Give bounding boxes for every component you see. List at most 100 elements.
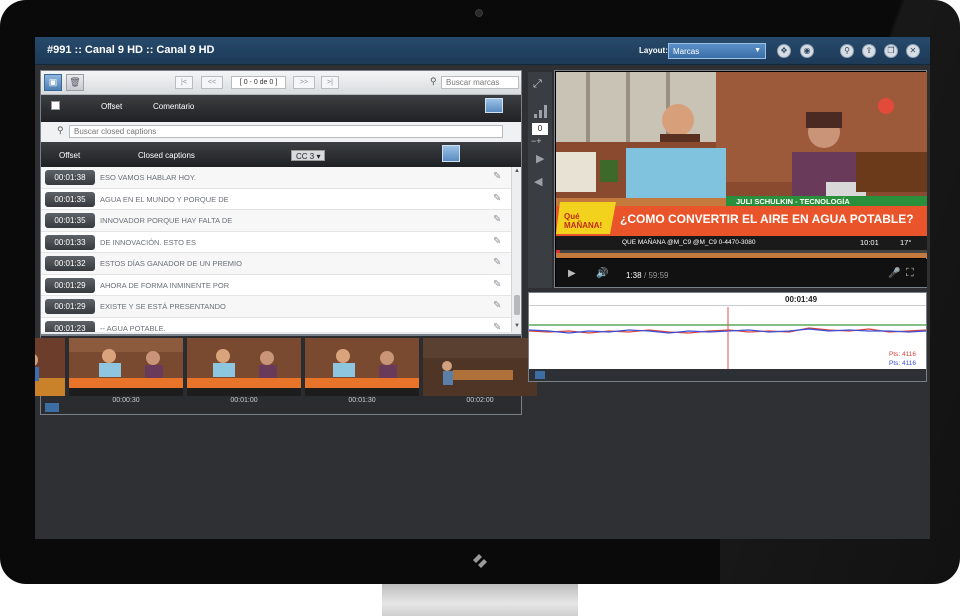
play-icon[interactable]: ▶ xyxy=(568,268,576,279)
list-item[interactable]: 00:01:29 AHORA DE FORMA INMINENTE POR ✎ xyxy=(41,275,511,296)
thumbnail-scroll-handle[interactable] xyxy=(45,403,59,412)
cc-channel-value: CC 3 xyxy=(296,152,315,161)
ticker: QUE MAÑANA @M_C9 @M_C9 0-4470-3080 xyxy=(622,239,756,246)
list-item[interactable]: 00:01:35 AGUA EN EL MUNDO Y PORQUE DE ✎ xyxy=(41,189,511,210)
thumbnail-image[interactable] xyxy=(423,338,537,396)
captions-list: 00:01:38 ESO VAMOS HABLAR HOY. ✎ 00:01:3… xyxy=(41,167,521,332)
caption-time[interactable]: 00:01:35 xyxy=(45,213,95,228)
caption-time[interactable]: 00:01:38 xyxy=(45,170,95,185)
scrollbar-thumb[interactable] xyxy=(514,295,520,315)
captions-text-header: Closed captions xyxy=(138,151,195,160)
volume-icon[interactable]: 🔊 xyxy=(596,268,608,279)
cc-channel-select[interactable]: CC 3 ▾ xyxy=(291,150,326,161)
caption-text: ESO VAMOS HABLAR HOY. xyxy=(100,173,197,182)
caption-time[interactable]: 00:01:35 xyxy=(45,191,95,207)
mic-icon[interactable]: 🎤 xyxy=(888,268,900,279)
list-item[interactable]: 00:01:38 ESO VAMOS HABLAR HOY. ✎ xyxy=(41,167,511,189)
signal-graph[interactable]: 00:01:49 Pts: 4116 Pts: 4116 xyxy=(528,292,927,382)
download-icon[interactable] xyxy=(442,145,460,162)
captions-scrollbar[interactable]: ▲ ▼ xyxy=(511,167,521,332)
chevron-down-icon: ▼ xyxy=(754,47,761,54)
play-back-icon[interactable]: ◀ xyxy=(534,175,542,188)
search-icon: ⚲ xyxy=(430,76,437,86)
markers-header-row: Offset Comentario xyxy=(41,95,521,122)
edit-icon[interactable]: ✎ xyxy=(493,193,507,206)
search-icon[interactable]: ⚲ xyxy=(840,44,854,58)
list-item[interactable]: 00:01:33 DE INNOVACIÓN. ESTO ES ✎ xyxy=(41,232,511,253)
broadcast-temp: 17° xyxy=(900,238,912,247)
markers-offset-header: Offset xyxy=(101,102,123,111)
headline: ¿COMO CONVERTIR EL AIRE EN AGUA POTABLE? xyxy=(620,212,914,226)
list-item[interactable]: 00:01:29 EXISTE Y SE ESTÁ PRESENTANDO ✎ xyxy=(41,296,511,318)
broadcast-clock: 10:01 xyxy=(860,238,879,247)
export-icon[interactable]: ⇪ xyxy=(862,44,876,58)
markers-captions-panel: ▣ 🗑 |< << [ 0 - 0 de 0 ] >> >| ⚲ Buscar … xyxy=(40,70,522,335)
edit-icon[interactable]: ✎ xyxy=(493,322,507,333)
scroll-up-icon[interactable]: ▲ xyxy=(514,168,520,174)
move-icon[interactable]: ✥ xyxy=(777,44,791,58)
last-page-button[interactable]: >| xyxy=(321,76,339,89)
edit-icon[interactable]: ✎ xyxy=(493,171,507,184)
caption-text: EXISTE Y SE ESTÁ PRESENTANDO xyxy=(100,302,226,311)
next-page-button[interactable]: >> xyxy=(293,76,315,89)
window-icon[interactable]: ❐ xyxy=(884,44,898,58)
graph-cursor-time: 00:01:49 xyxy=(785,295,818,304)
save-icon[interactable] xyxy=(485,98,503,113)
search-icon: ⚲ xyxy=(57,125,64,135)
graph-scroll-handle[interactable] xyxy=(535,371,545,379)
thumbnail-image[interactable] xyxy=(35,338,65,396)
thumbnail-time: 00:02:00 xyxy=(466,397,494,404)
caption-time[interactable]: 00:01:23 xyxy=(45,320,95,332)
caption-time[interactable]: 00:01:29 xyxy=(45,299,95,314)
zoom-controls[interactable]: −+ xyxy=(531,136,542,146)
captions-header-row: Offset Closed captions CC 3 ▾ xyxy=(41,142,521,167)
edit-icon[interactable]: ✎ xyxy=(493,279,507,292)
image-icon[interactable]: ▣ xyxy=(44,74,62,91)
fullscreen-icon[interactable]: ⛶ xyxy=(906,267,914,280)
caption-text: AGUA EN EL MUNDO Y PORQUE DE xyxy=(100,194,229,204)
scroll-down-icon[interactable]: ▼ xyxy=(514,323,520,329)
layout-label: Layout: xyxy=(639,46,668,55)
video-progress-track[interactable] xyxy=(556,250,927,253)
caption-text: AHORA DE FORMA INMINENTE POR xyxy=(100,280,230,290)
edit-icon[interactable]: ✎ xyxy=(493,236,507,249)
thumbnail-image[interactable] xyxy=(305,338,419,396)
caption-text: ESTOS DÍAS GANADOR DE UN PREMIO xyxy=(100,259,242,268)
app-header: #991 :: Canal 9 HD :: Canal 9 HD Layout:… xyxy=(35,37,930,65)
edit-icon[interactable]: ✎ xyxy=(493,300,507,313)
markers-search-input[interactable]: Buscar marcas xyxy=(441,76,519,89)
monitor-stand xyxy=(382,584,578,616)
video-controls: ▶ 🔊 1:38 / 59:59 🎤 ⛶ xyxy=(556,259,927,287)
list-item[interactable]: 00:01:23 -- AGUA POTABLE. ✎ xyxy=(41,318,511,333)
expand-icon[interactable]: ⤢ xyxy=(533,78,542,91)
thumbnail-image[interactable] xyxy=(187,338,301,396)
thumbnail-image[interactable] xyxy=(69,338,183,396)
list-item[interactable]: 00:01:35 INNOVADOR PORQUE HAY FALTA DE ✎ xyxy=(41,210,511,232)
graph-canvas[interactable] xyxy=(529,307,926,369)
caption-text: -- AGUA POTABLE. xyxy=(100,323,166,333)
prev-page-button[interactable]: << xyxy=(201,76,223,89)
caption-time[interactable]: 00:01:29 xyxy=(45,277,95,293)
graph-scrollbar[interactable] xyxy=(529,369,926,381)
video-frame[interactable]: JULI SCHULKIN - TECNOLOGÍA ¿COMO CONVERT… xyxy=(556,72,927,258)
graph-legend-red: Pts: 4116 xyxy=(889,351,916,358)
video-player[interactable]: JULI SCHULKIN - TECNOLOGÍA ¿COMO CONVERT… xyxy=(554,70,927,288)
trash-icon[interactable]: 🗑 xyxy=(66,74,84,91)
volume-bars-icon xyxy=(534,102,547,118)
layout-select[interactable]: Marcas ▼ xyxy=(668,43,766,59)
close-icon[interactable]: ✕ xyxy=(906,44,920,58)
captions-search-input[interactable]: Buscar closed captions xyxy=(69,125,503,138)
select-all-checkbox[interactable] xyxy=(51,101,60,110)
caption-time[interactable]: 00:01:33 xyxy=(45,234,95,250)
play-forward-icon[interactable]: ▶ xyxy=(536,152,544,165)
first-page-button[interactable]: |< xyxy=(175,76,193,89)
edit-icon[interactable]: ✎ xyxy=(493,214,507,227)
thumbnail-time: 00:00:30 xyxy=(112,397,140,404)
graph-header: 00:01:49 xyxy=(529,293,926,306)
video-tools: ⤢ 0 −+ ▶ ◀ xyxy=(528,72,552,288)
edit-icon[interactable]: ✎ xyxy=(493,257,507,270)
list-item[interactable]: 00:01:32 ESTOS DÍAS GANADOR DE UN PREMIO… xyxy=(41,253,511,275)
monitor-logo-icon xyxy=(470,552,490,568)
settings-icon[interactable]: ◉ xyxy=(800,44,814,58)
caption-time[interactable]: 00:01:32 xyxy=(45,256,95,271)
